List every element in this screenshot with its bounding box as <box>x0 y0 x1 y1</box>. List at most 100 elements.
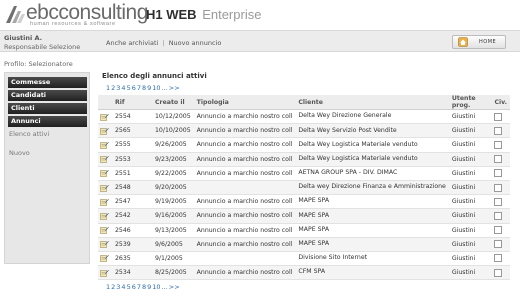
cell-civ[interactable] <box>491 223 510 238</box>
pager-link[interactable]: 3 <box>116 84 120 92</box>
civ-checkbox[interactable] <box>494 197 503 206</box>
civ-checkbox[interactable] <box>494 126 503 135</box>
civ-checkbox[interactable] <box>494 183 503 192</box>
edit-document-icon[interactable] <box>100 141 109 149</box>
sidebar-item-candidati[interactable]: Candidati <box>8 90 87 101</box>
column-header-user[interactable]: Utente prog. <box>448 95 492 110</box>
sidebar-item-commesse[interactable]: Commesse <box>8 77 87 88</box>
pager-link[interactable]: 5 <box>127 84 131 92</box>
pager-link[interactable]: >> <box>169 283 180 291</box>
row-edit-cell[interactable] <box>98 123 112 139</box>
pager-link[interactable]: >> <box>169 84 180 92</box>
cell-civ[interactable] <box>491 166 510 181</box>
edit-document-icon[interactable] <box>100 127 109 135</box>
table-row[interactable]: 2547 9/19/2005 Annuncio a marchio nostro c… <box>98 194 510 210</box>
column-header-type[interactable]: Tipologia <box>193 95 296 110</box>
pager-link[interactable]: 2 <box>111 283 115 291</box>
pager-link[interactable]: 6 <box>132 84 136 92</box>
civ-checkbox[interactable] <box>494 254 503 263</box>
table-row[interactable]: 2546 9/13/2005 Annuncio a marchio nostro c… <box>98 223 510 238</box>
user-bar: Giustini A. Responsabile Selezione Anche… <box>0 30 520 52</box>
table-row[interactable]: 2635 9/1/2005 Divisione Sito Internet Giust… <box>98 251 510 267</box>
civ-checkbox[interactable] <box>494 226 503 235</box>
table-row[interactable]: 2565 10/10/2005 Annuncio a marchio nostro … <box>98 123 510 139</box>
row-edit-cell[interactable] <box>98 137 112 153</box>
row-edit-cell[interactable] <box>98 223 112 238</box>
civ-checkbox[interactable] <box>494 211 503 220</box>
edit-document-icon[interactable] <box>100 184 109 192</box>
home-button[interactable]: HOME <box>452 35 506 49</box>
pager-link[interactable]: ... <box>162 84 168 92</box>
row-edit-cell[interactable] <box>98 251 112 267</box>
civ-checkbox[interactable] <box>494 112 503 121</box>
row-edit-cell[interactable] <box>98 109 112 125</box>
pager-link[interactable]: 10 <box>152 84 160 92</box>
pager-link[interactable]: 3 <box>116 283 120 291</box>
table-row[interactable]: 2551 9/22/2005 Annuncio a marchio nostro c… <box>98 166 510 181</box>
pager-link[interactable]: 7 <box>137 84 141 92</box>
pager-link[interactable]: 7 <box>137 283 141 291</box>
edit-document-icon[interactable] <box>100 226 109 234</box>
civ-checkbox[interactable] <box>494 155 503 164</box>
civ-checkbox[interactable] <box>494 268 503 277</box>
cell-civ[interactable] <box>491 109 510 125</box>
edit-document-icon[interactable] <box>100 198 109 206</box>
column-header-client[interactable]: Cliente <box>295 95 449 110</box>
pager-link[interactable]: ... <box>162 283 168 291</box>
cell-civ[interactable] <box>491 152 510 167</box>
row-edit-cell[interactable] <box>98 237 112 252</box>
cell-civ[interactable] <box>491 237 510 252</box>
civ-checkbox[interactable] <box>494 169 503 178</box>
pager-link[interactable]: 6 <box>132 283 136 291</box>
pager-link[interactable]: 8 <box>142 84 146 92</box>
column-header-rif[interactable]: Rif <box>112 95 152 110</box>
pager-link[interactable]: 4 <box>121 283 125 291</box>
row-edit-cell[interactable] <box>98 265 112 281</box>
pager-link[interactable]: 4 <box>121 84 125 92</box>
sidebar-subitem-elenco-attivi[interactable]: Elenco attivi <box>9 130 49 138</box>
cell-civ[interactable] <box>491 208 510 224</box>
pager-link[interactable]: 9 <box>147 283 151 291</box>
cell-civ[interactable] <box>491 265 510 281</box>
cell-civ[interactable] <box>491 251 510 267</box>
row-edit-cell[interactable] <box>98 194 112 210</box>
pager-link[interactable]: 8 <box>142 283 146 291</box>
edit-document-icon[interactable] <box>100 169 109 178</box>
edit-document-icon[interactable] <box>100 155 109 163</box>
row-edit-cell[interactable] <box>98 208 112 224</box>
row-edit-cell[interactable] <box>98 152 112 167</box>
row-edit-cell[interactable] <box>98 180 112 196</box>
pager-link[interactable]: 1 <box>106 84 110 92</box>
civ-checkbox[interactable] <box>494 140 503 149</box>
pager-link[interactable]: 9 <box>147 84 151 92</box>
pager-link[interactable]: 1 <box>106 283 110 291</box>
table-row[interactable]: 2554 10/12/2005 Annuncio a marchio nostro … <box>98 109 510 125</box>
edit-document-icon[interactable] <box>100 113 109 121</box>
row-edit-cell[interactable] <box>98 166 112 181</box>
table-row[interactable]: 2542 9/16/2005 Annuncio a marchio nostro c… <box>98 208 510 224</box>
sidebar-item-clienti[interactable]: Clienti <box>8 103 87 114</box>
pager-link[interactable]: 2 <box>111 84 115 92</box>
column-header-created[interactable]: Creato il <box>152 95 194 110</box>
sidebar-subitem-nuovo[interactable]: Nuovo <box>9 149 30 157</box>
table-row[interactable]: 2539 9/6/2005 Annuncio a marchio nostro co… <box>98 237 510 252</box>
pager-link[interactable]: 10 <box>152 283 160 291</box>
cell-civ[interactable] <box>491 123 510 139</box>
cell-civ[interactable] <box>491 194 510 210</box>
cell-civ[interactable] <box>491 180 510 196</box>
edit-document-icon[interactable] <box>100 254 109 263</box>
sidebar-item-annunci[interactable]: Annunci <box>8 116 87 127</box>
edit-document-icon[interactable] <box>100 269 109 277</box>
column-header-civ[interactable]: Civ. <box>491 95 510 110</box>
table-row[interactable]: 2548 9/20/2005 Delta wey Direzione Finanza… <box>98 180 510 196</box>
edit-document-icon[interactable] <box>100 212 109 220</box>
cell-civ[interactable] <box>491 137 510 153</box>
table-row[interactable]: 2534 8/25/2005 Annuncio a marchio nostro c… <box>98 265 510 281</box>
archived-link[interactable]: Anche archiviati <box>106 39 158 47</box>
table-row[interactable]: 2555 9/26/2005 Annuncio a marchio nostro c… <box>98 137 510 153</box>
edit-document-icon[interactable] <box>100 240 109 249</box>
table-row[interactable]: 2553 9/23/2005 Annuncio a marchio nostro c… <box>98 152 510 167</box>
civ-checkbox[interactable] <box>494 240 503 249</box>
pager-link[interactable]: 5 <box>127 283 131 291</box>
new-ad-link[interactable]: Nuovo annuncio <box>169 39 222 47</box>
